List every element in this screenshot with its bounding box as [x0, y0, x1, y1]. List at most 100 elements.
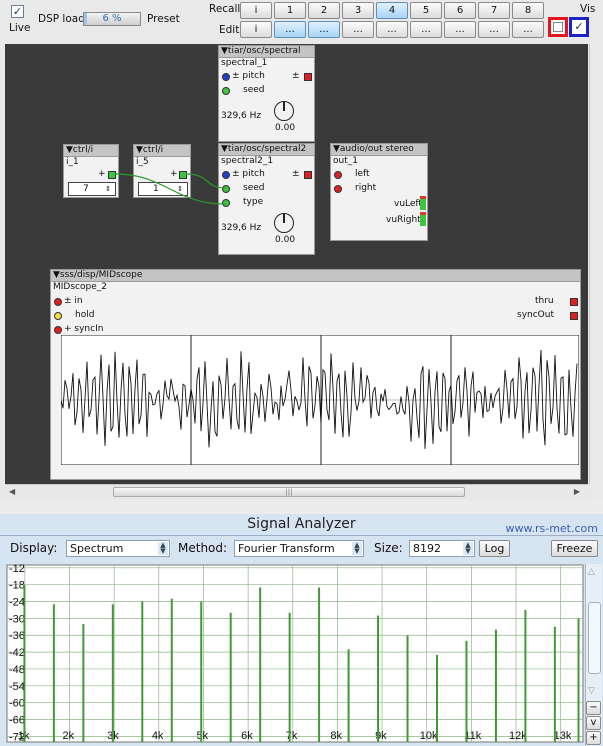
dsp-load-value: 6 %: [102, 13, 122, 24]
spectrum-peak: [347, 649, 350, 742]
midscope-instance: MIDscope_2: [53, 282, 107, 292]
scroll-thumb[interactable]: |||: [113, 487, 465, 497]
size-dropdown[interactable]: 8192 ▲ ▼: [409, 540, 475, 557]
syncout-outlet[interactable]: [570, 312, 578, 320]
spectrum-plot: -12-18-24-30-36-42-48-54-60-66-721k2k3k4…: [6, 563, 584, 743]
dsp-load-meter: 6 %: [83, 12, 141, 26]
spectrum-peak: [141, 601, 144, 742]
zoom-out-button[interactable]: −: [586, 701, 601, 715]
edit-button-6[interactable]: ...: [444, 21, 476, 38]
x-tick-label: 13k: [554, 730, 572, 742]
method-label: Method:: [178, 541, 228, 555]
signal-analyzer: Signal Analyzer www.rs-met.com Display: …: [0, 514, 603, 746]
x-tick-label: 4k: [152, 730, 164, 742]
y-tick-label: -18: [9, 580, 25, 592]
spectrum-peak: [406, 635, 409, 742]
syncin-inlet[interactable]: [54, 326, 62, 334]
in-label: ± in: [64, 296, 83, 306]
scroll-up-arrow[interactable]: △: [588, 567, 595, 577]
red-toggle[interactable]: [548, 17, 568, 37]
spectrum-peak: [465, 640, 468, 742]
analyzer-vertical-scrollbar[interactable]: △ ▽ − v +: [585, 564, 602, 746]
y-tick-label: -54: [9, 681, 25, 693]
freeze-button[interactable]: Freeze: [551, 540, 598, 557]
recall-button-8[interactable]: 8: [512, 2, 544, 19]
preset-label: Preset: [147, 13, 180, 25]
x-tick-label: 6k: [241, 730, 253, 742]
hold-inlet[interactable]: [54, 312, 62, 320]
spectrum-peak: [82, 624, 85, 742]
edit-button-i[interactable]: i: [240, 21, 272, 38]
recall-button-1[interactable]: 1: [274, 2, 306, 19]
hold-label: hold: [75, 310, 95, 320]
display-label: Display:: [10, 541, 58, 555]
recall-button-2[interactable]: 2: [308, 2, 340, 19]
edit-button-3[interactable]: ...: [342, 21, 374, 38]
edit-button-1[interactable]: ...: [274, 21, 306, 38]
spectrum-peak: [377, 615, 380, 742]
scroll-down-arrow[interactable]: ▽: [588, 686, 595, 696]
spectrum-peak: [577, 618, 580, 742]
spectrum-peak: [23, 584, 26, 742]
spectrum-peak: [524, 609, 527, 742]
method-dropdown[interactable]: Fourier Transform ▲ ▼: [234, 540, 364, 557]
recall-button-7[interactable]: 7: [478, 2, 510, 19]
live-checkbox[interactable]: ✓: [11, 5, 24, 18]
spectrum-peak: [229, 612, 232, 742]
y-tick-label: -66: [9, 715, 25, 727]
zoom-v-button[interactable]: v: [586, 716, 601, 730]
edit-button-5[interactable]: ...: [410, 21, 442, 38]
midscope-header[interactable]: ▼sss/disp/MIDscope: [51, 270, 580, 282]
syncin-label: + syncIn: [64, 324, 104, 334]
patch-vertical-scrollbar[interactable]: [589, 44, 601, 484]
edit-button-2[interactable]: ...: [308, 21, 340, 38]
analyzer-scroll-thumb[interactable]: [588, 602, 601, 674]
spectrum-peak: [435, 654, 438, 742]
recall-button-3[interactable]: 3: [342, 2, 374, 19]
y-tick-label: -48: [9, 664, 25, 676]
spectrum-peak: [553, 626, 556, 742]
scroll-right-arrow[interactable]: ▶: [574, 487, 580, 496]
spectrum-peak: [494, 629, 497, 742]
vis-label: Vis: [580, 3, 596, 15]
log-button[interactable]: Log: [479, 540, 510, 557]
thru-outlet[interactable]: [570, 298, 578, 306]
patch-cables: [114, 173, 226, 205]
y-tick-label: -60: [9, 698, 25, 710]
edit-button-7[interactable]: ...: [478, 21, 510, 38]
spectrum-peak: [170, 598, 173, 742]
x-tick-label: 8k: [330, 730, 342, 742]
y-tick-label: -42: [9, 647, 25, 659]
recall-button-i[interactable]: i: [240, 2, 272, 19]
x-tick-label: 7k: [286, 730, 298, 742]
display-dropdown[interactable]: Spectrum ▲ ▼: [66, 540, 170, 557]
y-tick-label: -12: [9, 563, 25, 575]
recall-button-4[interactable]: 4: [376, 2, 408, 19]
patch-horizontal-scrollbar[interactable]: ◀ ||| ▶: [5, 484, 588, 500]
spectrum-peak: [288, 612, 291, 742]
spectrum-peak: [259, 587, 262, 742]
x-tick-label: 5k: [196, 730, 208, 742]
rs-met-link[interactable]: www.rs-met.com: [506, 522, 599, 535]
blue-toggle[interactable]: ✓: [569, 17, 589, 37]
size-label: Size:: [374, 541, 403, 555]
y-tick-label: -24: [9, 597, 25, 609]
midscope-object[interactable]: ▼sss/disp/MIDscope MIDscope_2 ± in hold …: [50, 269, 581, 480]
scroll-left-arrow[interactable]: ◀: [9, 487, 15, 496]
live-label: Live: [9, 22, 31, 34]
syncout-label: syncOut: [517, 310, 554, 320]
edit-button-4[interactable]: ...: [376, 21, 408, 38]
y-tick-label: -36: [9, 630, 25, 642]
spectrum-peak: [318, 587, 321, 742]
in-inlet[interactable]: [54, 298, 62, 306]
x-tick-label: 2k: [63, 730, 75, 742]
patch-canvas[interactable]: ▼tiar/osc/spectral spectral_1 ± pitch ± …: [5, 44, 588, 484]
x-tick-label: 10k: [420, 730, 438, 742]
x-tick-label: 9k: [375, 730, 387, 742]
recall-button-5[interactable]: 5: [410, 2, 442, 19]
recall-label: Recall: [209, 3, 241, 15]
zoom-in-button[interactable]: +: [586, 731, 601, 745]
dsp-label: DSP load: [38, 13, 85, 25]
recall-button-6[interactable]: 6: [444, 2, 476, 19]
edit-button-8[interactable]: ...: [512, 21, 544, 38]
